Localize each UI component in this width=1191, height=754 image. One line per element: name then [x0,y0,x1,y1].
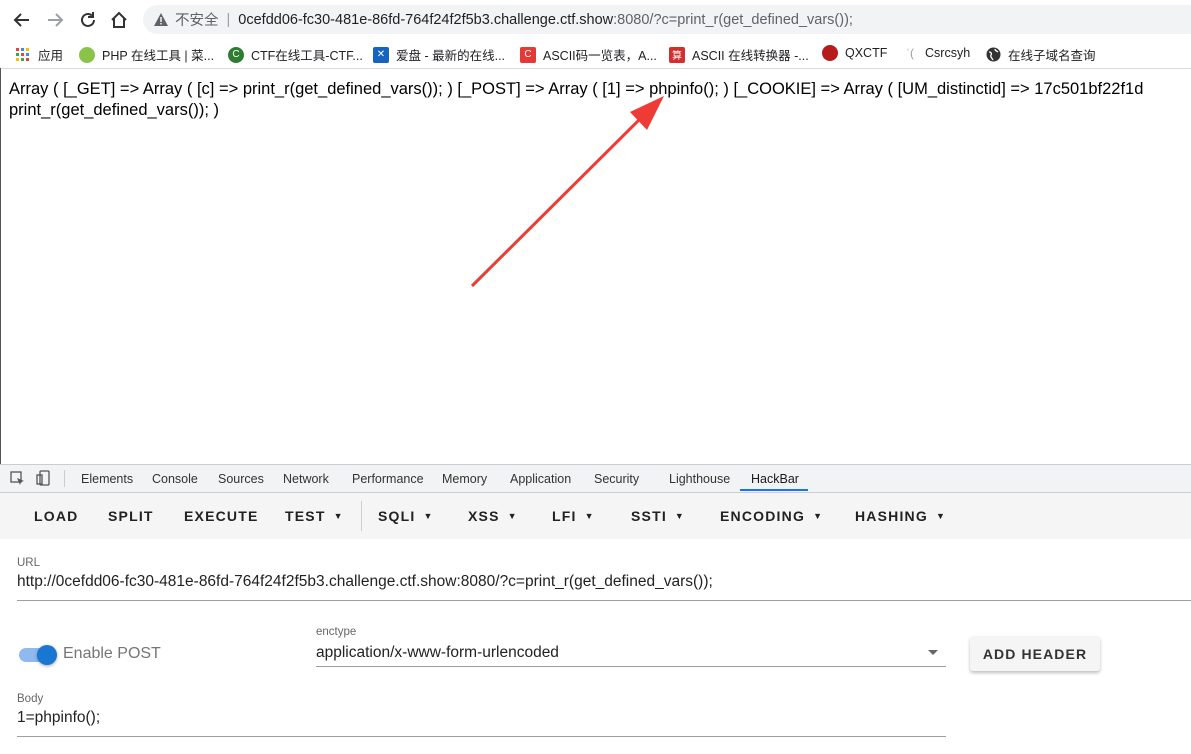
bookmark-subdomain[interactable]: 在线子域名查询 [985,45,1096,64]
hackbar-toolbar: LOAD SPLIT EXECUTE TEST ▼ SQLI ▼ XSS ▼ LFI ▼… [0,493,1191,539]
tab-network[interactable]: Network [283,472,329,486]
back-arrow-icon[interactable] [10,8,34,32]
annotation-arrow [470,96,664,288]
bookmark-label: 爱盘 - 最新的在线... [396,49,506,63]
bookmark-label: 应用 [38,49,64,63]
bookmark-label: ASCII码一览表，A... [543,49,657,63]
lfi-dropdown[interactable]: LFI ▼ [552,508,595,524]
csrcsyh-icon: ʿ( [906,46,914,60]
caret-down-icon: ▼ [333,511,344,521]
aipan-icon: ✕ [373,46,389,63]
devtools-panel: Elements Console Sources Network Perform… [0,464,1191,754]
bookmark-ascii-converter[interactable]: 算 ASCII 在线转换器 -... [669,45,809,64]
bookmark-csrcsyh[interactable]: ʿ( Csrcsyh [902,45,970,61]
toolbar-divider [361,501,362,531]
enable-post-label: Enable POST [63,645,161,662]
execute-button[interactable]: EXECUTE [184,508,259,524]
warning-icon [153,12,169,28]
enctype-underline [316,666,946,667]
qxctf-icon [822,45,838,61]
tab-sources[interactable]: Sources [218,472,264,486]
ascii-converter-icon: 算 [669,46,685,63]
apps-grid-icon [15,47,31,63]
test-dropdown[interactable]: TEST ▼ [285,508,344,524]
php-tools-icon [79,46,95,63]
bookmark-label: Csrcsyh [925,46,971,60]
toggle-knob[interactable] [37,645,57,665]
globe-icon [985,47,1001,63]
tab-lighthouse[interactable]: Lighthouse [669,472,730,486]
ssti-dropdown[interactable]: SSTI ▼ [631,508,685,524]
forward-arrow-icon[interactable] [43,8,67,32]
tab-hackbar[interactable]: HackBar [751,472,799,486]
home-icon[interactable] [107,8,131,32]
hashing-dropdown[interactable]: HASHING ▼ [855,508,946,524]
inspect-element-icon[interactable] [10,471,25,489]
output-line-1: Array ( [_GET] => Array ( [c] => print_r… [9,80,1144,98]
caret-down-icon: ▼ [423,511,434,521]
window-edge [0,68,1,464]
body-input[interactable]: 1=phpinfo(); [17,709,100,727]
bookmark-ascii-table[interactable]: C ASCII码一览表，A... [520,45,657,64]
hashing-label: HASHING [855,508,928,524]
active-tab-indicator [740,489,808,491]
bookmark-label: ASCII 在线转换器 -... [692,49,809,63]
tab-divider [64,470,65,487]
bookmarks-bar: 应用 PHP 在线工具 | 菜... C CTF在线工具-CTF... ✕ 爱盘… [0,38,1191,69]
url-path: :8080/?c=print_r(get_defined_vars()); [613,11,853,28]
devtools-tab-bar: Elements Console Sources Network Perform… [0,465,1191,493]
caret-down-icon: ▼ [674,511,686,521]
caret-down-icon: ▼ [584,511,595,521]
body-label: Body [17,693,44,705]
encoding-label: ENCODING [720,508,806,524]
bookmark-aipan[interactable]: ✕ 爱盘 - 最新的在线... [373,45,505,64]
sqli-label: SQLI [378,508,416,524]
tab-memory[interactable]: Memory [442,472,487,486]
caret-down-icon: ▼ [507,511,518,521]
bookmark-label: CTF在线工具-CTF... [251,49,363,63]
device-toolbar-icon[interactable] [36,470,51,489]
bookmark-qxctf[interactable]: QXCTF [822,45,887,61]
ssti-label: SSTI [631,508,667,524]
enctype-select[interactable]: application/x-www-form-urlencoded [316,644,559,662]
ascii-table-icon: C [520,46,536,63]
reload-icon[interactable] [76,8,100,32]
load-button[interactable]: LOAD [34,508,78,524]
security-status[interactable]: 不安全 [175,9,219,30]
body-input-underline [17,736,946,737]
browser-toolbar: 不安全 | 0cefdd06-fc30-481e-86fd-764f24f2f5… [0,0,1191,38]
caret-down-icon: ▼ [935,511,947,521]
tab-performance[interactable]: Performance [352,472,424,486]
bookmark-ctf-tools[interactable]: C CTF在线工具-CTF... [228,45,363,64]
bookmark-php-tools[interactable]: PHP 在线工具 | 菜... [79,45,214,64]
lfi-label: LFI [552,508,577,524]
url-input-underline [17,600,1191,601]
bookmark-label: PHP 在线工具 | 菜... [102,49,215,63]
url-host: 0cefdd06-fc30-481e-86fd-764f24f2f5b3.cha… [238,11,614,28]
test-label: TEST [285,508,326,524]
ctf-tools-icon: C [228,46,244,63]
enctype-label: enctype [316,626,357,638]
bookmark-label: QXCTF [845,46,888,60]
page-output: Array ( [_GET] => Array ( [c] => print_r… [9,79,1191,121]
tab-application[interactable]: Application [510,472,571,486]
caret-down-icon: ▼ [813,511,824,521]
output-line-2: print_r(get_defined_vars()); ) [9,101,220,119]
xss-label: XSS [468,508,500,524]
url-separator: | [226,11,231,28]
tab-console[interactable]: Console [152,472,198,486]
split-button[interactable]: SPLIT [108,508,154,524]
select-caret-icon[interactable] [928,650,938,655]
bookmark-apps[interactable]: 应用 [15,45,63,64]
address-bar[interactable]: 不安全 | 0cefdd06-fc30-481e-86fd-764f24f2f5… [143,5,1191,34]
tab-security[interactable]: Security [594,472,639,486]
url-input[interactable]: http://0cefdd06-fc30-481e-86fd-764f24f2f… [17,573,713,591]
bookmark-label: 在线子域名查询 [1008,49,1096,63]
encoding-dropdown[interactable]: ENCODING ▼ [720,508,823,524]
tab-elements[interactable]: Elements [81,472,133,486]
sqli-dropdown[interactable]: SQLI ▼ [378,508,434,524]
xss-dropdown[interactable]: XSS ▼ [468,508,518,524]
add-header-button[interactable]: ADD HEADER [970,636,1100,671]
url-label: URL [17,557,41,569]
